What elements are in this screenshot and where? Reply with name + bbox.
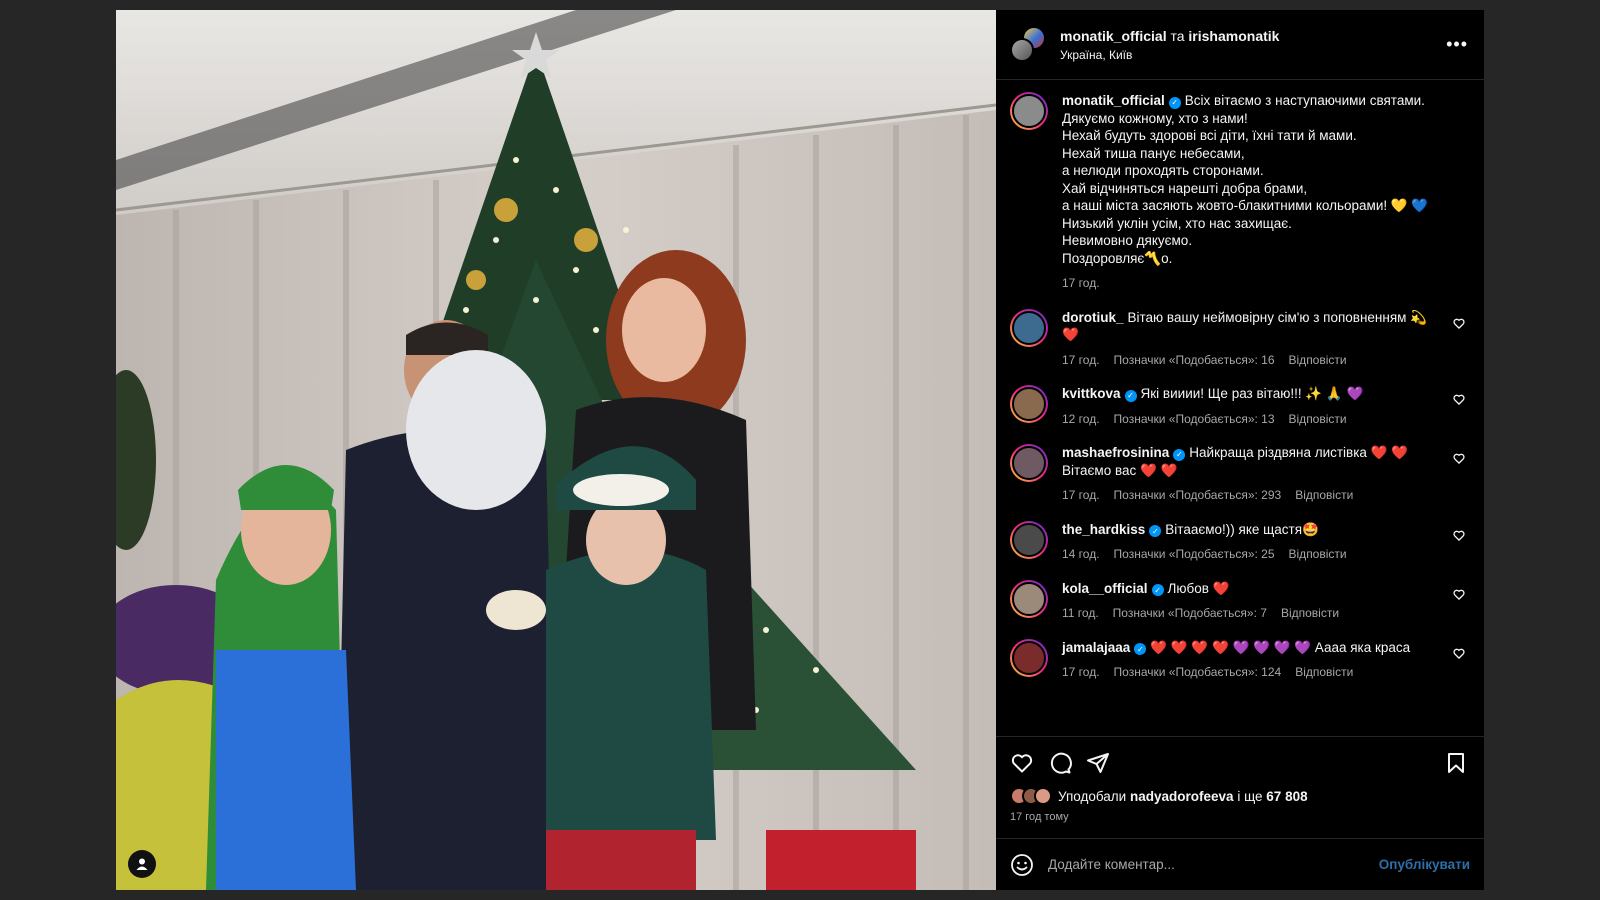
comment-time: 17 год. bbox=[1062, 665, 1100, 679]
caption-line: Низький уклін усім, хто нас захищає. bbox=[1062, 215, 1292, 231]
caption-line: Дякуємо кожному, хто з нами! bbox=[1062, 110, 1248, 126]
smiley-icon[interactable] bbox=[1010, 853, 1034, 877]
verified-badge-icon: ✓ bbox=[1124, 389, 1137, 402]
verified-badge-icon: ✓ bbox=[1149, 525, 1162, 538]
verified-badge-icon: ✓ bbox=[1168, 96, 1181, 109]
avatar bbox=[1034, 787, 1052, 805]
publish-button[interactable]: Опублікувати bbox=[1379, 857, 1470, 872]
comment-user[interactable]: kvittkova bbox=[1062, 386, 1121, 401]
comment-row: mashaefrosinina ✓ Найкраща різдвяна листів… bbox=[1010, 444, 1468, 505]
post-actions: Уподобали nadyadorofeeva і ще 67 808 17 … bbox=[996, 736, 1484, 838]
comment-likes[interactable]: Позначки «Подобається»: 7 bbox=[1113, 605, 1267, 623]
author-link[interactable]: monatik_official bbox=[1060, 28, 1167, 44]
comment-row: kvittkova ✓ Які вииии! Ще раз вітаю!!! ✨ 🙏… bbox=[1010, 385, 1468, 428]
paper-plane-icon[interactable] bbox=[1086, 751, 1110, 775]
comments-list[interactable]: monatik_official ✓ Всіх вітаємо з наступаю… bbox=[996, 80, 1484, 736]
post-photo[interactable] bbox=[116, 10, 996, 890]
avatar[interactable] bbox=[1010, 385, 1048, 423]
bookmark-icon[interactable] bbox=[1444, 751, 1468, 775]
comment-row: the_hardkiss ✓ Вітааємо!)) яке щастя🤩 14 го… bbox=[1010, 520, 1468, 564]
comment-text: Любов ❤️ bbox=[1167, 580, 1230, 596]
comment-icon[interactable] bbox=[1048, 751, 1072, 775]
avatar[interactable] bbox=[1010, 444, 1048, 482]
avatar[interactable] bbox=[1010, 92, 1048, 130]
caption-line: а наші міста засяють жовто-блакитними ко… bbox=[1062, 198, 1429, 213]
verified-badge-icon: ✓ bbox=[1173, 448, 1186, 461]
verified-badge-icon: ✓ bbox=[1151, 584, 1164, 597]
post-time: 17 год тому bbox=[1010, 811, 1069, 823]
post-authors: monatik_official та irishamonatik bbox=[1060, 28, 1446, 44]
comment-user[interactable]: mashaefrosinina bbox=[1062, 445, 1169, 460]
likes-count[interactable]: 67 808 bbox=[1266, 789, 1307, 804]
comment-likes[interactable]: Позначки «Подобається»: 124 bbox=[1114, 664, 1282, 682]
caption-line: а нелюди проходять сторонами. bbox=[1062, 163, 1264, 178]
heart-icon[interactable] bbox=[1010, 751, 1034, 775]
family-christmas-photo bbox=[116, 10, 996, 890]
caption-line: Поздоровляє〽️о. bbox=[1062, 250, 1173, 266]
reply-button[interactable]: Відповісти bbox=[1295, 487, 1353, 505]
comment-time: 17 год. bbox=[1062, 488, 1100, 502]
caption: monatik_official ✓ Всіх вітаємо з наступаю… bbox=[1010, 92, 1468, 293]
comment-likes[interactable]: Позначки «Подобається»: 25 bbox=[1114, 546, 1275, 564]
comment-time: 12 год. bbox=[1062, 411, 1100, 426]
post-header: monatik_official та irishamonatik Україн… bbox=[996, 10, 1484, 80]
caption-line: Нехай тиша панує небесами, bbox=[1062, 145, 1245, 161]
caption-line: Хай відчиняться нарешті добра брами, bbox=[1062, 180, 1308, 196]
and-word: та bbox=[1170, 27, 1185, 44]
comment-likes[interactable]: Позначки «Подобається»: 293 bbox=[1114, 487, 1282, 505]
heart-icon[interactable] bbox=[1450, 588, 1468, 601]
heart-icon[interactable] bbox=[1450, 529, 1468, 542]
heart-icon[interactable] bbox=[1450, 452, 1468, 465]
more-options-icon[interactable]: ••• bbox=[1446, 34, 1468, 55]
verified-badge-icon: ✓ bbox=[1134, 643, 1147, 656]
avatar[interactable] bbox=[1010, 308, 1048, 347]
comment-time: 11 год. bbox=[1062, 606, 1099, 620]
avatar[interactable] bbox=[1010, 520, 1048, 559]
comment-input[interactable] bbox=[1048, 857, 1379, 872]
comment-row: kola__official ✓ Любов ❤️ 11 год. Позначки «… bbox=[1010, 579, 1468, 623]
reply-button[interactable]: Відповісти bbox=[1289, 352, 1347, 370]
caption-line: Всіх вітаємо з наступаючими святами. bbox=[1184, 93, 1425, 108]
comment-text: Вітааємо!)) яке щастя🤩 bbox=[1165, 521, 1319, 537]
comment-time: 17 год. bbox=[1062, 352, 1100, 367]
comment-text: Які вииии! Ще раз вітаю!!! ✨ 🙏 💜 bbox=[1140, 386, 1364, 401]
location-link[interactable]: Україна, Київ bbox=[1060, 48, 1446, 62]
collab-avatars[interactable] bbox=[1010, 25, 1048, 64]
caption-user[interactable]: monatik_official bbox=[1062, 93, 1165, 108]
reply-button[interactable]: Відповісти bbox=[1281, 605, 1339, 623]
comment-user[interactable]: kola__official bbox=[1062, 581, 1148, 596]
heart-icon[interactable] bbox=[1450, 317, 1468, 330]
reply-button[interactable]: Відповісти bbox=[1295, 664, 1353, 682]
comment-likes[interactable]: Позначки «Подобається»: 13 bbox=[1114, 411, 1275, 429]
comment-likes[interactable]: Позначки «Подобається»: 16 bbox=[1114, 352, 1275, 370]
tagged-users-button[interactable] bbox=[128, 850, 156, 878]
likes-summary[interactable]: Уподобали nadyadorofeeva і ще 67 808 bbox=[1010, 787, 1468, 805]
likes-middle: і ще bbox=[1237, 788, 1263, 804]
reply-button[interactable]: Відповісти bbox=[1289, 546, 1347, 564]
reply-button[interactable]: Відповісти bbox=[1289, 411, 1347, 429]
add-comment-bar: Опублікувати bbox=[996, 838, 1484, 890]
liker-link[interactable]: nadyadorofeeva bbox=[1130, 789, 1234, 804]
caption-line: Невимовно дякуємо. bbox=[1062, 233, 1193, 248]
comment-user[interactable]: jamalajaaa bbox=[1062, 640, 1130, 655]
liker-avatars bbox=[1010, 787, 1052, 805]
person-icon bbox=[136, 858, 148, 870]
caption-line: Нехай будуть здорові всі діти, їхні тати… bbox=[1062, 128, 1357, 143]
avatar[interactable] bbox=[1010, 638, 1048, 677]
comment-time: 14 год. bbox=[1062, 547, 1100, 561]
heart-icon[interactable] bbox=[1450, 393, 1468, 406]
comment-user[interactable]: the_hardkiss bbox=[1062, 522, 1145, 537]
coauthor-link[interactable]: irishamonatik bbox=[1188, 28, 1279, 44]
comment-text: ❤️ ❤️ ❤️ ❤️ 💜 💜 💜 💜 Аааа яка краса bbox=[1150, 639, 1411, 655]
comment-user[interactable]: dorotiuk_ bbox=[1062, 310, 1124, 325]
post-side-panel: monatik_official та irishamonatik Україн… bbox=[996, 10, 1484, 890]
avatar[interactable] bbox=[1010, 579, 1048, 618]
caption-time: 17 год. bbox=[1062, 276, 1100, 290]
heart-icon[interactable] bbox=[1450, 647, 1468, 660]
avatar bbox=[1010, 37, 1034, 62]
comment-row: dorotiuk_ Вітаю вашу неймовірну сім'ю з п… bbox=[1010, 308, 1468, 370]
comment-row: jamalajaaa ✓ ❤️ ❤️ ❤️ ❤️ 💜 💜 💜 💜 Аааа яка … bbox=[1010, 638, 1468, 682]
likes-prefix: Уподобали bbox=[1058, 788, 1127, 804]
